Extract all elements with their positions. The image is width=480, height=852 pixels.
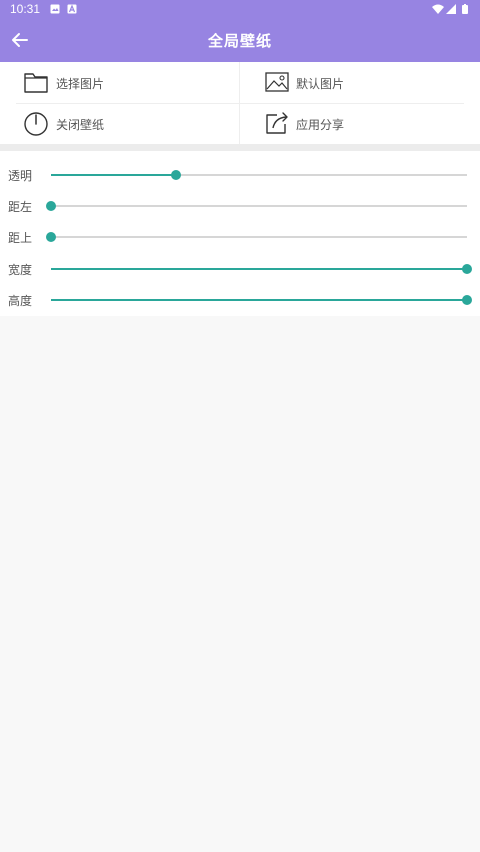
top-offset-row: 距上: [0, 221, 480, 251]
width-row: 宽度: [0, 253, 480, 283]
opacity-slider[interactable]: [51, 170, 467, 180]
left-offset-slider[interactable]: [46, 201, 467, 211]
page-title: 全局壁纸: [207, 32, 272, 50]
gallery-notification-icon: [50, 4, 60, 14]
select-image-button[interactable]: 选择图片: [0, 62, 240, 103]
wifi-icon: [432, 4, 444, 14]
height-label: 高度: [8, 294, 33, 308]
folder-icon: [24, 73, 48, 93]
opacity-label: 透明: [8, 169, 33, 183]
top-offset-slider[interactable]: [46, 232, 467, 242]
slider-thumb[interactable]: [46, 232, 56, 242]
font-notification-icon: [67, 4, 77, 14]
slider-thumb[interactable]: [170, 170, 181, 180]
section-divider: [0, 144, 480, 151]
height-row: 高度: [0, 284, 480, 314]
opacity-row: 透明: [0, 159, 480, 189]
slider-thumb[interactable]: [462, 295, 472, 305]
slider-thumb[interactable]: [46, 201, 56, 211]
default-image-button[interactable]: 默认图片: [240, 62, 480, 103]
slider-thumb[interactable]: [462, 264, 472, 274]
app-bar: 全局壁纸: [0, 18, 480, 62]
width-label: 宽度: [8, 263, 33, 277]
default-image-label: 默认图片: [296, 77, 345, 91]
close-wallpaper-label: 关闭壁纸: [56, 118, 105, 132]
image-icon: [265, 72, 289, 92]
status-bar: 10:31: [0, 0, 480, 18]
height-slider[interactable]: [51, 295, 472, 305]
close-wallpaper-button[interactable]: 关闭壁纸: [0, 103, 240, 144]
power-icon: [24, 112, 48, 136]
select-image-label: 选择图片: [56, 77, 105, 91]
share-icon: [266, 112, 288, 134]
slider-panel: 透明 距左 距上 宽度 高度: [0, 151, 480, 316]
left-offset-row: 距左: [0, 190, 480, 220]
left-offset-label: 距左: [8, 200, 33, 214]
share-app-button[interactable]: 应用分享: [240, 103, 480, 144]
width-slider[interactable]: [51, 264, 472, 274]
top-offset-label: 距上: [8, 231, 33, 245]
battery-icon: [462, 4, 468, 14]
status-time: 10:31: [10, 2, 41, 16]
signal-icon: [446, 4, 456, 14]
share-app-label: 应用分享: [296, 118, 345, 132]
action-grid: 选择图片 默认图片 关闭壁纸 应用分享: [0, 62, 480, 144]
divider: [16, 103, 464, 104]
